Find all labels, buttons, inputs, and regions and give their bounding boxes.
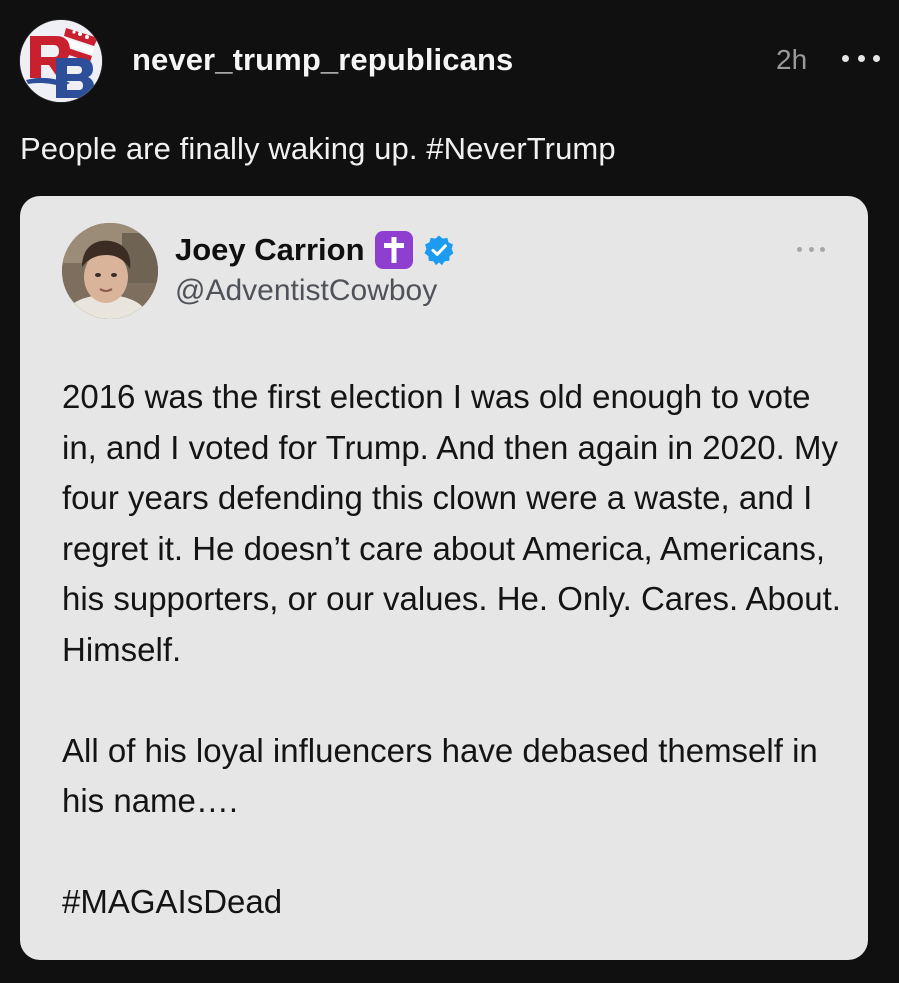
quoted-post-card[interactable]: Joey Carrion @AdventistCowboy 2016 was t… — [20, 196, 868, 960]
latin-cross-icon — [374, 231, 413, 269]
quoted-more-button[interactable] — [797, 246, 825, 252]
more-horizontal-icon — [842, 54, 849, 62]
quoted-author-avatar[interactable] — [62, 223, 158, 319]
quoted-author-handle[interactable]: @AdventistCowboy — [175, 274, 437, 308]
more-options-button[interactable] — [842, 50, 880, 66]
profile-avatar[interactable] — [20, 20, 102, 102]
more-horizontal-icon — [797, 246, 802, 252]
rb-logo-icon — [20, 20, 102, 102]
more-dot — [820, 246, 825, 252]
quoted-author-name-row: Joey Carrion — [175, 230, 455, 270]
post-header: never_trump_republicans 2h — [20, 20, 880, 104]
author-photo — [62, 223, 158, 319]
hashtag-paragraph[interactable]: #MAGAIsDead — [62, 877, 852, 928]
verified-badge-icon — [423, 234, 455, 266]
more-dot — [808, 246, 814, 252]
body-paragraph: All of his loyal influencers have debase… — [62, 731, 818, 820]
more-dot — [873, 54, 880, 62]
quoted-post-body: 2016 was the first election I was old en… — [62, 372, 852, 928]
post-timestamp: 2h — [776, 44, 808, 75]
quoted-author-name[interactable]: Joey Carrion — [175, 232, 365, 268]
body-paragraph: 2016 was the first election I was old en… — [62, 378, 841, 668]
post-username[interactable]: never_trump_republicans — [132, 42, 513, 78]
more-dot — [857, 54, 865, 62]
post-caption: People are finally waking up. #NeverTrum… — [20, 131, 616, 166]
